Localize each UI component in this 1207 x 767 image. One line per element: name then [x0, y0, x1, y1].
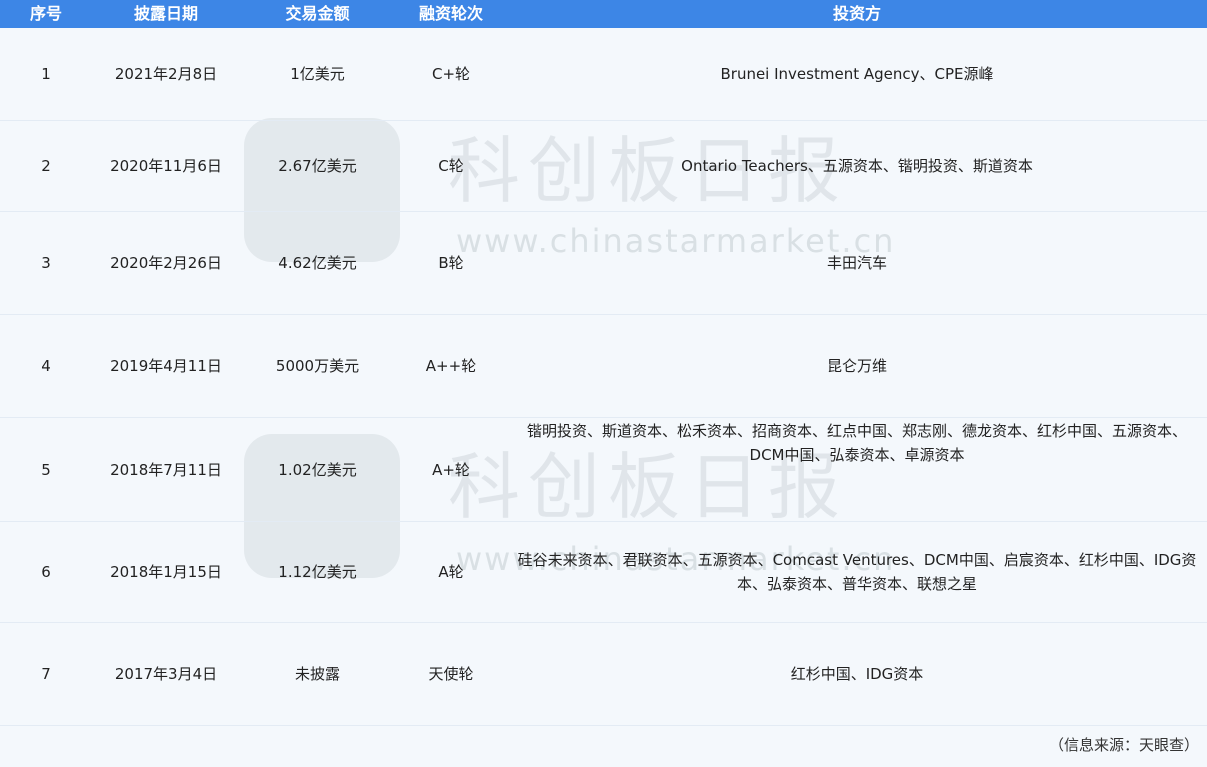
row-round: A轮 [438, 563, 464, 581]
row-round: B轮 [438, 254, 464, 272]
table-row: 3 2020年2月26日 4.62亿美元 B轮 丰田汽车 [0, 212, 1207, 315]
row-round: C轮 [438, 157, 464, 175]
row-amount: 4.62亿美元 [278, 254, 357, 272]
row-no: 3 [41, 254, 51, 272]
row-date: 2020年11月6日 [110, 157, 222, 175]
table-row: 1 2021年2月8日 1亿美元 C+轮 Brunei Investment A… [0, 28, 1207, 121]
table-row: 6 2018年1月15日 1.12亿美元 A轮 硅谷未来资本、君联资本、五源资本… [0, 522, 1207, 623]
source-note: （信息来源：天眼查） [1048, 736, 1199, 754]
header-no: 序号 [29, 4, 62, 23]
row-investors: 锴明投资、斯道资本、松禾资本、招商资本、红点中国、郑志刚、德龙资本、红杉中国、五… [526, 422, 1187, 464]
row-round: 天使轮 [428, 665, 474, 683]
row-amount: 2.67亿美元 [278, 157, 357, 175]
table-row: 4 2019年4月11日 5000万美元 A++轮 昆仑万维 [0, 315, 1207, 418]
row-investors: Brunei Investment Agency、CPE源峰 [720, 65, 994, 83]
table-row: 7 2017年3月4日 未披露 天使轮 红杉中国、IDG资本 [0, 623, 1207, 726]
row-round: A++轮 [425, 357, 477, 375]
header-round: 融资轮次 [418, 4, 483, 23]
row-date: 2018年7月11日 [110, 460, 222, 479]
row-round: C+轮 [431, 65, 471, 83]
row-investors: 红杉中国、IDG资本 [790, 665, 924, 683]
row-investors: 硅谷未来资本、君联资本、五源资本、Comcast Ventures、DCM中国、… [517, 551, 1197, 593]
row-amount: 1.02亿美元 [278, 460, 357, 479]
row-date: 2017年3月4日 [114, 665, 218, 683]
table-row: 2 2020年11月6日 2.67亿美元 C轮 Ontario Teachers… [0, 121, 1207, 212]
row-investors: 昆仑万维 [826, 357, 887, 375]
row-no: 5 [41, 460, 51, 479]
row-amount: 未披露 [294, 665, 340, 683]
row-investors: 丰田汽车 [826, 254, 887, 272]
row-no: 7 [41, 665, 51, 683]
row-date: 2018年1月15日 [110, 563, 222, 581]
row-date: 2021年2月8日 [114, 65, 218, 83]
row-no: 4 [41, 357, 51, 375]
row-no: 2 [41, 157, 51, 175]
header-date: 披露日期 [133, 4, 198, 23]
row-no: 1 [41, 65, 51, 83]
header-investors: 投资方 [832, 4, 881, 23]
row-investors: Ontario Teachers、五源资本、锴明投资、斯道资本 [681, 157, 1033, 175]
row-amount: 5000万美元 [275, 357, 360, 375]
row-round: A+轮 [432, 460, 470, 479]
row-amount: 1亿美元 [290, 65, 345, 83]
header-amount: 交易金额 [285, 4, 350, 23]
row-no: 6 [41, 563, 51, 581]
table-header: 序号 披露日期 交易金额 融资轮次 投资方 [0, 0, 1207, 28]
row-amount: 1.12亿美元 [278, 563, 357, 581]
row-date: 2019年4月11日 [110, 357, 222, 375]
row-date: 2020年2月26日 [110, 254, 222, 272]
table-row: 5 2018年7月11日 1.02亿美元 A+轮 锴明投资、斯道资本、松禾资本、… [0, 418, 1207, 522]
